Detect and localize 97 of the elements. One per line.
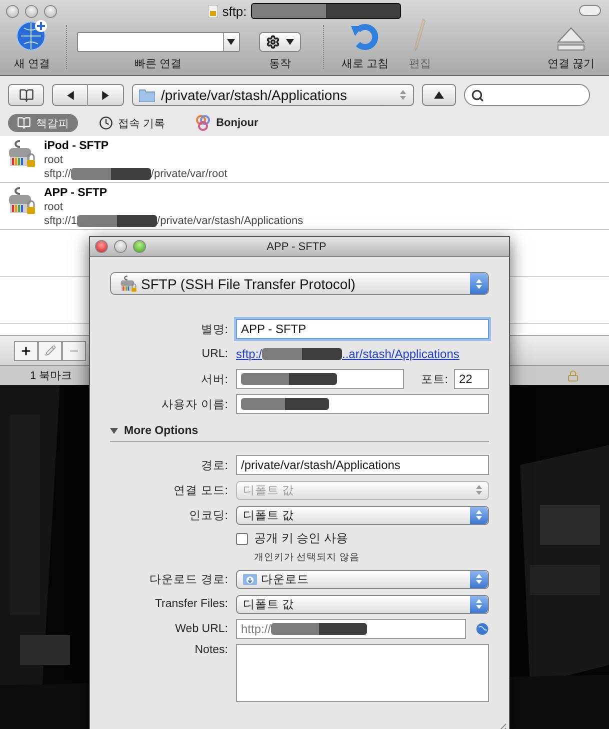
bonjour-icon [195, 115, 212, 131]
toolbar-label: 연결 끊기 [547, 57, 595, 71]
bookmark-url: /private/var/stash/Applications [157, 214, 304, 228]
port-field[interactable]: 22 [454, 369, 489, 389]
remove-button[interactable] [62, 340, 86, 360]
stepper-arrows-icon [475, 509, 483, 521]
field-label: 포트: [420, 372, 448, 386]
field-label: Transfer Files: [154, 598, 228, 610]
server-drive-icon [119, 274, 137, 292]
field-label: 인코딩: [188, 508, 228, 522]
toolbar-label: 편집 [409, 57, 431, 71]
bookmarks-button[interactable] [8, 84, 44, 106]
up-button[interactable] [422, 84, 456, 106]
caret-icon [66, 90, 74, 100]
bookmark-url: /private/var/root [150, 167, 228, 181]
field-label: 연결 모드: [172, 484, 228, 498]
toolbar-label: 동작 [269, 57, 291, 71]
minimize-button[interactable] [114, 240, 127, 253]
stepper-arrows-icon [475, 484, 483, 496]
protocol-popup[interactable]: SFTP (SSH File Transfer Protocol) [110, 272, 489, 295]
field-label: 사용자 이름: [160, 398, 228, 412]
disclosure-triangle-icon [110, 427, 118, 435]
stepper-arrows-icon [475, 598, 483, 610]
source-tab[interactable]: Bonjour [186, 114, 268, 132]
globe-plus-icon[interactable] [15, 18, 49, 52]
quick-connect-field[interactable] [76, 32, 240, 52]
forward-button[interactable] [88, 84, 124, 106]
bookmark-user: root [44, 153, 64, 167]
server-drive-icon [6, 139, 36, 169]
plus-icon [20, 344, 32, 356]
checkbox[interactable] [236, 532, 248, 544]
field-label: 다운로드 경로: [148, 572, 228, 586]
close-button[interactable] [95, 240, 108, 253]
field-label: 별명: [200, 322, 228, 336]
bookmark-name: APP - SFTP [44, 186, 108, 200]
zoom-button[interactable] [44, 4, 57, 18]
field-label: 서버: [200, 372, 228, 386]
add-button[interactable] [14, 340, 38, 360]
bookmark-row[interactable]: APP - SFTP root sftp://1 /private/var/stash/Applications [0, 183, 609, 230]
dialog-title: APP - SFTP [266, 240, 328, 252]
folder-icon [139, 88, 155, 102]
bookmark-row[interactable]: iPod - SFTP root sftp:// /private/var/root [0, 136, 609, 183]
username-field[interactable] [236, 394, 489, 414]
bookmark-name: iPod - SFTP [44, 139, 110, 153]
hint-text: 개인키가 선택되지 않음 [253, 551, 360, 564]
field-label: Notes: [194, 644, 228, 656]
bookmark-url: sftp://1 [44, 214, 78, 228]
source-tab[interactable]: 접속 기록 [90, 114, 174, 132]
document-icon [208, 4, 218, 18]
close-button[interactable] [6, 4, 19, 18]
pencil-icon [44, 345, 56, 356]
bookmark-count: 1 북마크 [30, 369, 72, 383]
bookmark-url: sftp:// [44, 167, 71, 181]
action-menu-button[interactable] [259, 32, 301, 52]
clock-icon [99, 116, 113, 130]
public-key-checkbox[interactable]: 공개 키 승인 사용 [236, 530, 489, 547]
notes-field[interactable] [236, 644, 489, 702]
field-label: 경로: [200, 458, 228, 472]
source-tab[interactable]: 책갈피 [8, 114, 78, 132]
lock-icon [567, 370, 579, 382]
popup-menu[interactable]: 다운로드 [236, 570, 489, 588]
globe-icon[interactable] [476, 622, 489, 636]
toolbar-label: 빠른 연결 [134, 57, 182, 71]
window-title: sftp: [222, 4, 247, 18]
minimize-button[interactable] [25, 4, 38, 18]
stepper-arrows-icon [399, 89, 407, 101]
book-icon [18, 88, 34, 102]
more-options-toggle[interactable]: More Options [110, 425, 198, 437]
download-folder-icon [243, 573, 257, 585]
search-field[interactable] [464, 84, 590, 106]
book-icon [17, 116, 31, 130]
toolbar-toggle-button[interactable] [579, 5, 601, 16]
gear-icon [266, 35, 280, 49]
eject-icon[interactable] [556, 26, 586, 52]
popup-menu[interactable]: 디폴트 값 [236, 506, 489, 524]
back-button[interactable] [52, 84, 88, 106]
toolbar-label: 새로 고침 [341, 57, 389, 71]
field-label: URL: [200, 348, 228, 360]
caret-icon [286, 38, 294, 46]
server-field[interactable] [236, 369, 404, 389]
zoom-button[interactable] [133, 240, 146, 253]
stepper-arrows-icon [475, 573, 483, 585]
caret-icon [434, 90, 444, 100]
bookmark-user: root [44, 200, 64, 214]
search-icon [471, 88, 484, 102]
text-field[interactable]: /private/var/stash/Applications [236, 455, 489, 475]
toolbar-label: 새 연결 [14, 57, 50, 71]
path-popup[interactable]: /private/var/stash/Applications [132, 84, 414, 106]
stepper-arrows-icon [475, 278, 483, 290]
caret-icon [227, 38, 235, 46]
popup-menu[interactable]: 디폴트 값 [236, 594, 489, 614]
field-label: Web URL: [174, 623, 228, 635]
web-url-field[interactable]: http:// [236, 619, 466, 639]
url-link[interactable]: sftp:/ ..ar/stash/Applications [236, 347, 489, 361]
caret-icon [101, 90, 110, 100]
text-field[interactable]: APP - SFTP [236, 319, 489, 339]
server-drive-icon [6, 186, 36, 216]
